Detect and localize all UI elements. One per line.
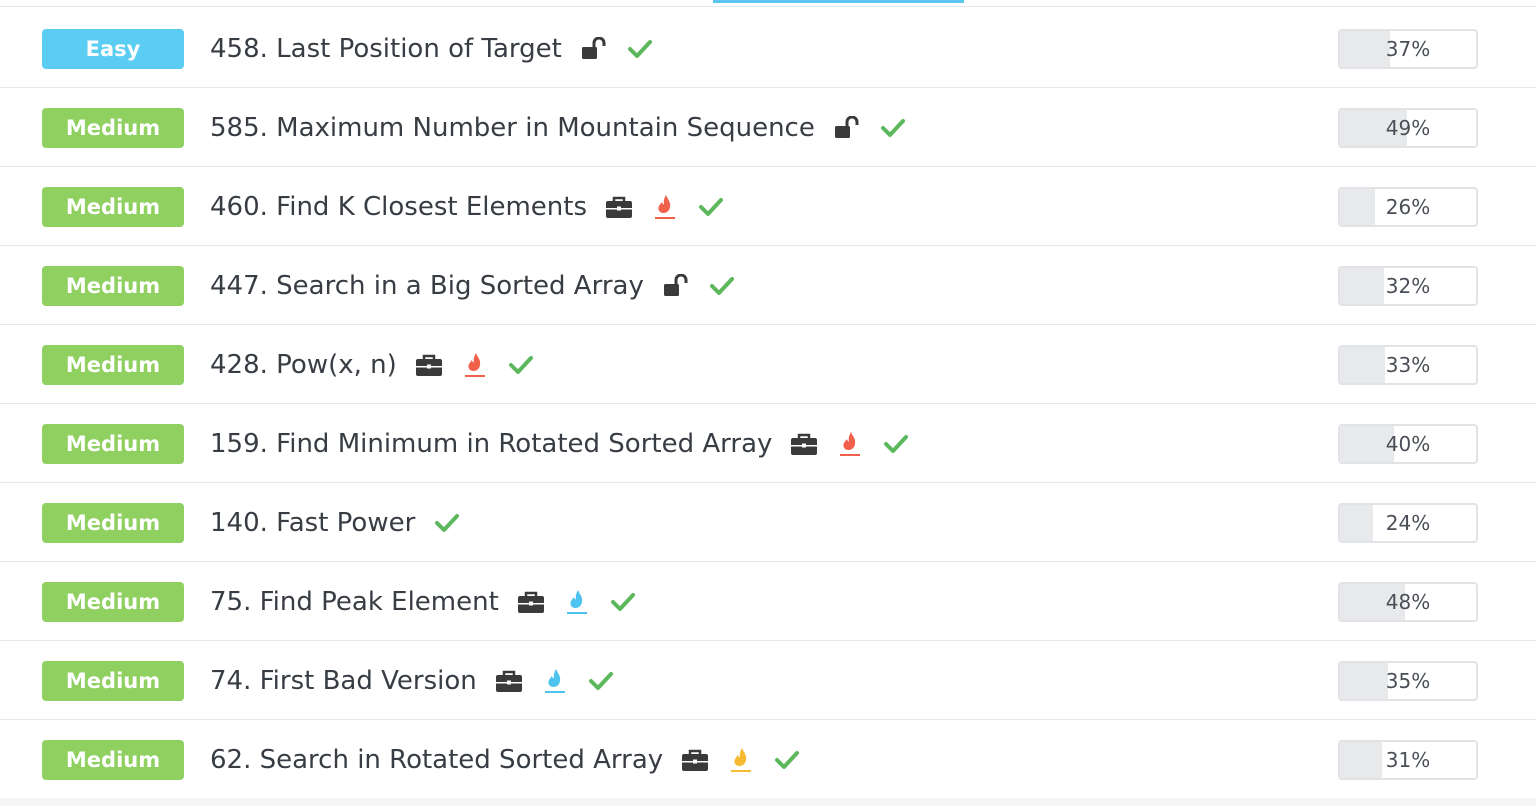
flame-red-icon <box>461 351 489 379</box>
acceptance-rate-bar: 24% <box>1338 503 1478 543</box>
check-icon <box>879 114 907 142</box>
problem-title-link[interactable]: 460. Find K Closest Elements <box>210 192 587 222</box>
difficulty-badge: Medium <box>42 187 184 227</box>
briefcase-icon <box>681 746 709 774</box>
acceptance-rate-bar: 32% <box>1338 266 1478 306</box>
problem-title-group: 140. Fast Power <box>210 483 461 562</box>
problem-row[interactable]: Medium 74. First Bad Version 35% <box>0 641 1536 720</box>
acceptance-rate-label: 49% <box>1385 116 1431 140</box>
problem-title-link[interactable]: 458. Last Position of Target <box>210 34 562 64</box>
difficulty-badge: Medium <box>42 740 184 780</box>
problem-title-group: 447. Search in a Big Sorted Array <box>210 246 736 325</box>
acceptance-rate-bar: 26% <box>1338 187 1478 227</box>
acceptance-rate-bar: 48% <box>1338 582 1478 622</box>
active-tab-indicator <box>713 0 964 3</box>
check-icon <box>882 430 910 458</box>
difficulty-badge: Medium <box>42 582 184 622</box>
acceptance-rate-bar: 37% <box>1338 29 1478 69</box>
acceptance-rate-label: 48% <box>1385 590 1431 614</box>
acceptance-rate-label: 32% <box>1385 274 1431 298</box>
acceptance-rate-bar: 40% <box>1338 424 1478 464</box>
flame-blue-icon <box>541 667 569 695</box>
check-icon <box>587 667 615 695</box>
acceptance-rate-label: 31% <box>1385 748 1431 772</box>
problem-title-group: 458. Last Position of Target <box>210 9 654 88</box>
top-divider <box>0 6 1536 7</box>
check-icon <box>609 588 637 616</box>
briefcase-icon <box>790 430 818 458</box>
problem-title-link[interactable]: 62. Search in Rotated Sorted Array <box>210 745 663 775</box>
acceptance-rate-label: 37% <box>1385 37 1431 61</box>
problem-title-link[interactable]: 159. Find Minimum in Rotated Sorted Arra… <box>210 429 772 459</box>
lock-icon <box>580 35 608 63</box>
problem-row[interactable]: Medium 62. Search in Rotated Sorted Array… <box>0 720 1536 799</box>
bottom-divider <box>0 798 1536 806</box>
problem-row[interactable]: Medium 75. Find Peak Element 48% <box>0 562 1536 641</box>
flame-red-icon <box>651 193 679 221</box>
difficulty-badge: Medium <box>42 108 184 148</box>
check-icon <box>697 193 725 221</box>
briefcase-icon <box>415 351 443 379</box>
problem-title-group: 75. Find Peak Element <box>210 562 637 641</box>
acceptance-rate-bar: 33% <box>1338 345 1478 385</box>
check-icon <box>708 272 736 300</box>
problem-title-group: 62. Search in Rotated Sorted Array <box>210 720 801 799</box>
difficulty-badge: Medium <box>42 424 184 464</box>
flame-red-icon <box>836 430 864 458</box>
problem-title-group: 585. Maximum Number in Mountain Sequence <box>210 88 907 167</box>
briefcase-icon <box>495 667 523 695</box>
acceptance-rate-bar: 35% <box>1338 661 1478 701</box>
problem-title-link[interactable]: 447. Search in a Big Sorted Array <box>210 271 644 301</box>
briefcase-icon <box>605 193 633 221</box>
problem-title-group: 159. Find Minimum in Rotated Sorted Arra… <box>210 404 910 483</box>
difficulty-badge: Medium <box>42 266 184 306</box>
problem-row[interactable]: Medium 447. Search in a Big Sorted Array 3… <box>0 246 1536 325</box>
acceptance-rate-label: 24% <box>1385 511 1431 535</box>
difficulty-badge: Easy <box>42 29 184 69</box>
problem-list: Easy 458. Last Position of Target 37% Mediu… <box>0 9 1536 799</box>
problem-title-link[interactable]: 585. Maximum Number in Mountain Sequence <box>210 113 815 143</box>
lock-icon <box>662 272 690 300</box>
lock-icon <box>833 114 861 142</box>
problem-title-group: 74. First Bad Version <box>210 641 615 720</box>
difficulty-badge: Medium <box>42 345 184 385</box>
problem-row[interactable]: Medium 428. Pow(x, n) 33% <box>0 325 1536 404</box>
check-icon <box>507 351 535 379</box>
flame-blue-icon <box>563 588 591 616</box>
difficulty-badge: Medium <box>42 661 184 701</box>
check-icon <box>626 35 654 63</box>
acceptance-rate-label: 26% <box>1385 195 1431 219</box>
acceptance-rate-bar: 31% <box>1338 740 1478 780</box>
problem-title-group: 460. Find K Closest Elements <box>210 167 725 246</box>
acceptance-rate-label: 40% <box>1385 432 1431 456</box>
problem-title-link[interactable]: 140. Fast Power <box>210 508 415 538</box>
acceptance-rate-label: 33% <box>1385 353 1431 377</box>
acceptance-rate-bar: 49% <box>1338 108 1478 148</box>
problem-row[interactable]: Medium 460. Find K Closest Elements 26% <box>0 167 1536 246</box>
problem-row[interactable]: Easy 458. Last Position of Target 37% <box>0 9 1536 88</box>
problem-row[interactable]: Medium 140. Fast Power 24% <box>0 483 1536 562</box>
briefcase-icon <box>517 588 545 616</box>
acceptance-rate-label: 35% <box>1385 669 1431 693</box>
check-icon <box>433 509 461 537</box>
problem-row[interactable]: Medium 585. Maximum Number in Mountain Se… <box>0 88 1536 167</box>
problem-title-group: 428. Pow(x, n) <box>210 325 535 404</box>
problem-title-link[interactable]: 428. Pow(x, n) <box>210 350 397 380</box>
problem-title-link[interactable]: 74. First Bad Version <box>210 666 477 696</box>
check-icon <box>773 746 801 774</box>
problem-title-link[interactable]: 75. Find Peak Element <box>210 587 499 617</box>
problem-row[interactable]: Medium 159. Find Minimum in Rotated Sorte… <box>0 404 1536 483</box>
flame-yellow-icon <box>727 746 755 774</box>
difficulty-badge: Medium <box>42 503 184 543</box>
